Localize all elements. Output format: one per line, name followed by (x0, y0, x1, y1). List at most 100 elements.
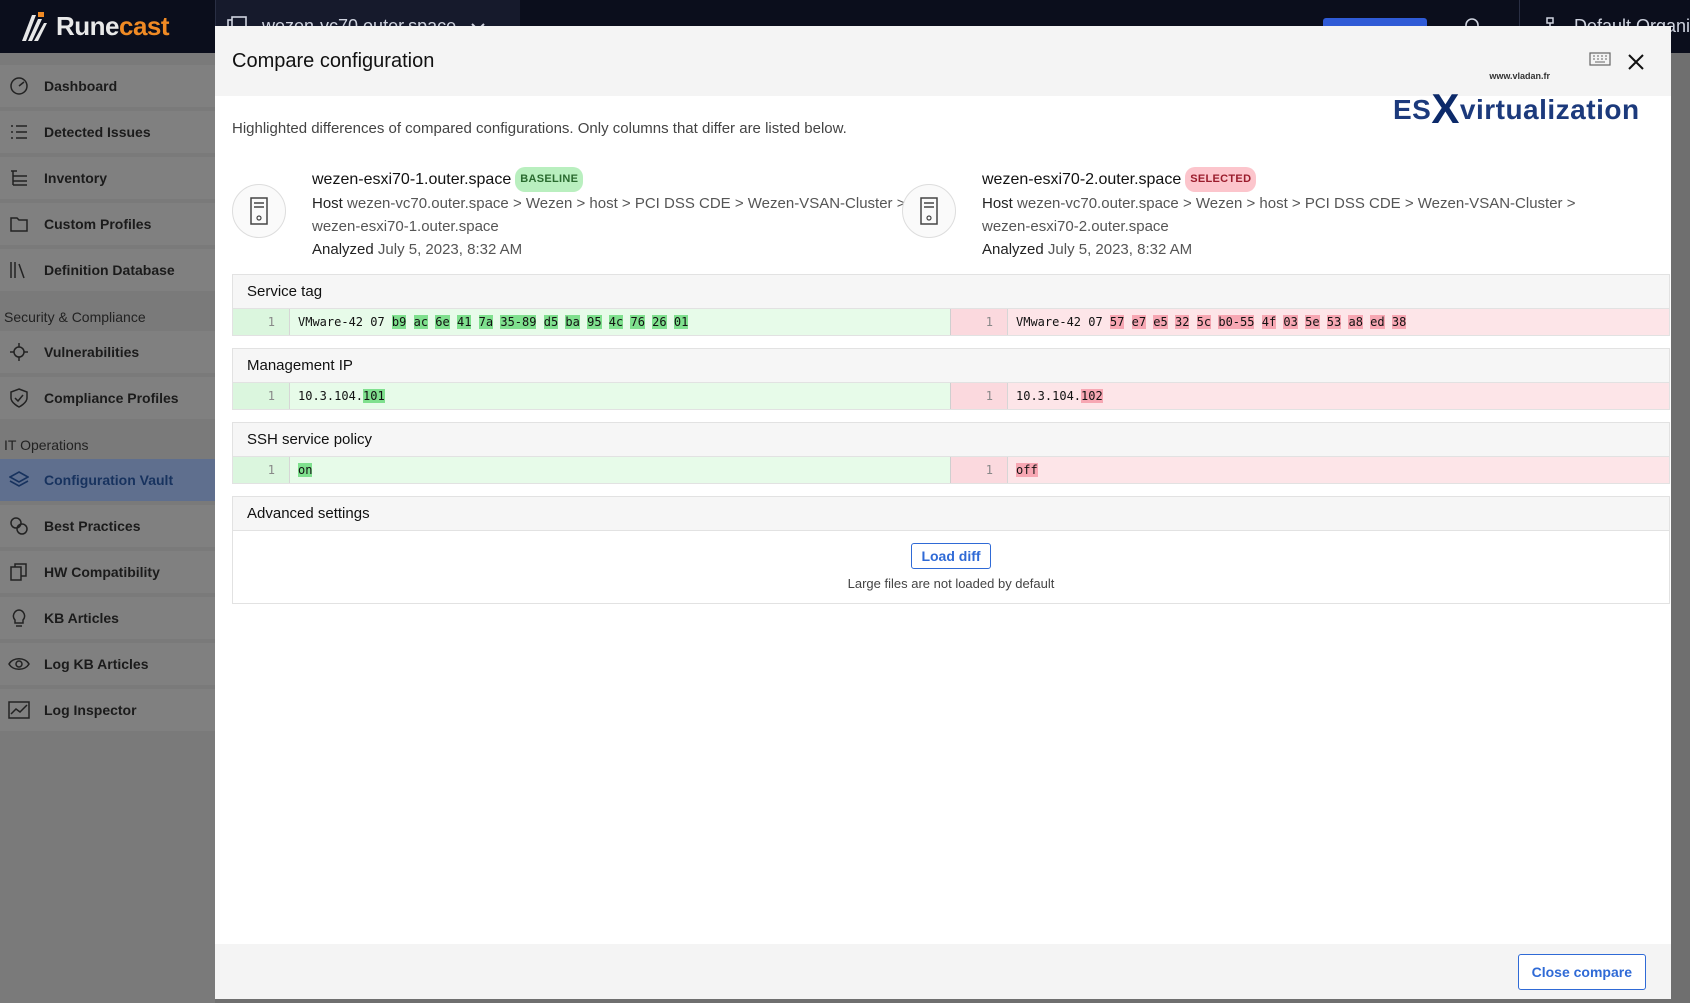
sidebar-item-detected-issues[interactable]: Detected Issues (0, 111, 215, 153)
diff-token: a8 (1348, 315, 1363, 329)
diff-row: 1 on 1 off (233, 457, 1669, 483)
diff-left: 1 VMware-42 07 b9 ac 6e 41 7a 35-89 d5 b… (233, 309, 951, 335)
sidebar-item-compliance-profiles[interactable]: Compliance Profiles (0, 377, 215, 419)
diff-token: 03 (1283, 315, 1298, 329)
shield-icon (8, 387, 30, 409)
line-number: 1 (951, 457, 1008, 483)
diff-token: 26 (652, 315, 667, 329)
section-title: SSH service policy (233, 423, 1669, 457)
selected-badge: SELECTED (1185, 167, 1257, 192)
close-icon[interactable] (1627, 53, 1645, 71)
folder-icon (8, 213, 30, 235)
keyboard-icon[interactable] (1589, 52, 1611, 66)
modal-description: Highlighted differences of compared conf… (232, 120, 847, 137)
diff-right: 1 VMware-42 07 57 e7 e5 32 5c b0-55 4f 0… (951, 309, 1669, 335)
sidebar-item-log-inspector[interactable]: Log Inspector (0, 689, 215, 731)
baseline-host-path: wezen-vc70.outer.space > Wezen > host > … (347, 195, 906, 212)
diff-left: 1 10.3.104.101 (233, 383, 951, 409)
selected-analyzed-date: July 5, 2023, 8:32 AM (1047, 241, 1193, 258)
diff-token: ac (413, 315, 429, 329)
section-ssh-service-policy: SSH service policy 1 on 1 off (232, 422, 1670, 484)
sidebar-item-kb-articles[interactable]: KB Articles (0, 597, 215, 639)
diff-token: 95 (587, 315, 602, 329)
sidebar-item-dashboard[interactable]: Dashboard (0, 65, 215, 107)
practices-icon (8, 515, 30, 537)
large-files-note: Large files are not loaded by default (847, 576, 1055, 591)
sidebar-section-security: Security & Compliance (4, 309, 146, 325)
line-number: 1 (951, 309, 1008, 335)
baseline-host-name: wezen-esxi70-1.outer.space (312, 171, 512, 188)
compare-configuration-modal: Compare configuration www.vladan.fr ESXv… (215, 26, 1671, 999)
diff-right: 1 off (951, 457, 1669, 483)
diff-token: e5 (1153, 315, 1168, 329)
line-number: 1 (233, 383, 290, 409)
sidebar-item-log-kb-articles[interactable]: Log KB Articles (0, 643, 215, 685)
baseline-badge: BASELINE (515, 167, 584, 192)
diff-row: 1 10.3.104.101 1 10.3.104.102 (233, 383, 1669, 409)
sidebar-item-best-practices[interactable]: Best Practices (0, 505, 215, 547)
diff-token: 7a (478, 315, 494, 329)
copy-icon (8, 561, 30, 583)
section-title: Advanced settings (233, 497, 1669, 531)
server-icon (902, 184, 956, 238)
sidebar-item-configuration-vault[interactable]: Configuration Vault (0, 459, 215, 501)
section-title: Management IP (233, 349, 1669, 383)
diff-token: 32 (1174, 315, 1190, 329)
virus-icon (8, 341, 30, 363)
eye-icon (8, 653, 30, 675)
baseline-analyzed-date: July 5, 2023, 8:32 AM (377, 241, 523, 258)
selected-host-path-end: wezen-esxi70-2.outer.space (982, 218, 1169, 235)
brand-logo[interactable]: Runecast (0, 0, 215, 53)
diff-token: 35-89 (500, 315, 537, 329)
bulb-icon (8, 607, 30, 629)
diff-token: e7 (1131, 315, 1147, 329)
selected-host-name: wezen-esxi70-2.outer.space (982, 171, 1182, 188)
watermark-text: ESXvirtualization (1393, 85, 1640, 132)
diff-token: 57 (1109, 315, 1125, 329)
sidebar: Dashboard Detected Issues Inventory Cust… (0, 53, 215, 1003)
inventory-icon (8, 167, 30, 189)
diff-token: 4f (1261, 315, 1277, 329)
line-number: 1 (233, 457, 290, 483)
sidebar-item-hw-compatibility[interactable]: HW Compatibility (0, 551, 215, 593)
diff-code: on (298, 463, 313, 477)
diff-token: 01 (673, 315, 689, 329)
diff-token: 4c (608, 315, 624, 329)
sidebar-item-inventory[interactable]: Inventory (0, 157, 215, 199)
diff-code: 10.3.104.102 (1016, 389, 1103, 403)
line-number: 1 (233, 309, 290, 335)
diff-token: b9 (391, 315, 407, 329)
sidebar-item-definition-database[interactable]: Definition Database (0, 249, 215, 291)
section-title: Service tag (233, 275, 1669, 309)
diff-token: 6e (435, 315, 450, 329)
runecast-logo-icon (22, 11, 47, 41)
sidebar-item-vulnerabilities[interactable]: Vulnerabilities (0, 331, 215, 373)
load-diff-button[interactable]: Load diff (911, 543, 991, 569)
section-advanced-settings: Advanced settings Load diff Large files … (232, 496, 1670, 604)
diff-code: VMware-42 07 57 e7 e5 32 5c b0-55 4f 03 … (1016, 315, 1407, 329)
sidebar-item-custom-profiles[interactable]: Custom Profiles (0, 203, 215, 245)
close-compare-button[interactable]: Close compare (1517, 954, 1646, 990)
diff-token: 5e (1305, 315, 1320, 329)
modal-footer: Close compare (215, 944, 1671, 999)
section-service-tag: Service tag 1 VMware-42 07 b9 ac 6e 41 7… (232, 274, 1670, 336)
diff-token: 41 (456, 315, 472, 329)
list-icon (8, 121, 30, 143)
diff-right: 1 10.3.104.102 (951, 383, 1669, 409)
layers-icon (8, 469, 30, 491)
diff-code: VMware-42 07 b9 ac 6e 41 7a 35-89 d5 ba … (298, 315, 689, 329)
diff-token: 53 (1326, 315, 1342, 329)
brand-name: Runecast (56, 11, 170, 41)
books-icon (8, 259, 30, 281)
diff-token: ba (565, 315, 580, 329)
diff-code: off (1016, 463, 1038, 477)
chart-icon (8, 699, 30, 721)
server-icon (232, 184, 286, 238)
diff-token: d5 (543, 315, 559, 329)
diff-token: b0-55 (1218, 315, 1255, 329)
section-management-ip: Management IP 1 10.3.104.101 1 10.3.104.… (232, 348, 1670, 410)
baseline-host-path-end: wezen-esxi70-1.outer.space (312, 218, 499, 235)
diff-row: 1 VMware-42 07 b9 ac 6e 41 7a 35-89 d5 b… (233, 309, 1669, 335)
sidebar-section-it-operations: IT Operations (4, 437, 89, 453)
esx-virtualization-watermark: www.vladan.fr ESXvirtualization (1393, 71, 1653, 132)
